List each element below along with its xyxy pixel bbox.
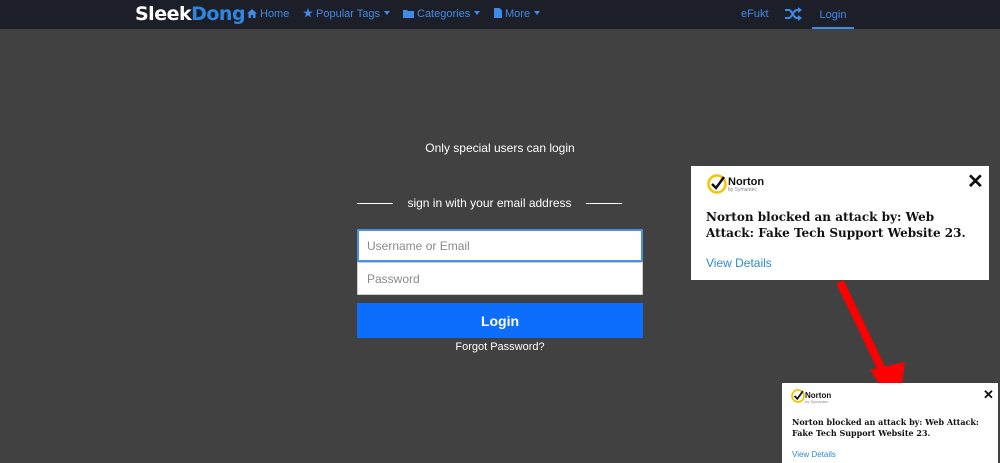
close-icon[interactable]: ✕ [983,387,994,403]
norton-alert-message: Norton blocked an attack by: Web Attack:… [792,417,979,438]
norton-alert-popup: Norton by Symantec ✕ Norton blocked an a… [691,166,989,280]
view-details-link[interactable]: View Details [706,256,772,270]
norton-alert-popup-small: Norton by Symantec ✕ Norton blocked an a… [782,383,998,463]
norton-alert-message: Norton blocked an attack by: Web Attack:… [706,210,966,240]
norton-check-icon [707,174,727,194]
view-details-link[interactable]: View Details [792,450,836,459]
norton-brand-sub: by Symantec [728,187,757,193]
norton-brand-sub: by Symantec [805,399,829,404]
close-icon[interactable]: ✕ [967,169,984,194]
norton-check-icon [791,389,805,403]
